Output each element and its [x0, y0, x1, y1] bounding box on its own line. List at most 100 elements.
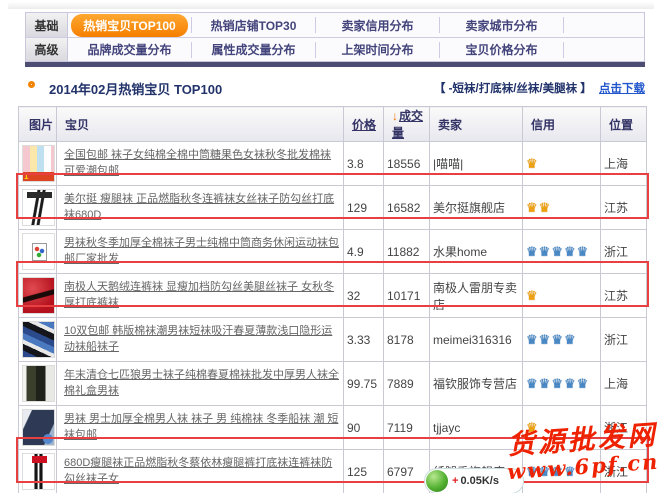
table-row: 男袜秋冬季加厚全棉袜子男士纯棉中筒商务休闲运动袜包邮厂家批发4.911882水果… [19, 230, 647, 274]
column-header-5: 信用 [523, 107, 601, 142]
product-link[interactable]: 美尔挺 瘦腿袜 正品燃脂秋冬连裤袜女丝袜子防勾丝打底袜680D [60, 192, 340, 224]
tab-3[interactable]: 卖家城市分布 [465, 17, 537, 34]
table-header-row: 图片宝贝价格↓成交量卖家信用位置 [19, 107, 647, 142]
product-image[interactable] [22, 453, 55, 490]
blue-crown-icon: ♛ [551, 376, 563, 391]
volume-cell: 16582 [384, 186, 430, 230]
product-link[interactable]: 男袜秋冬季加厚全棉袜子男士纯棉中筒商务休闲运动袜包邮厂家批发 [60, 236, 340, 268]
tab-slot: 宝贝价格分布 [440, 42, 564, 58]
credit-cell: ♛♛♛♛♛ [523, 362, 601, 406]
speed-value: 0.05K/s [460, 475, 499, 487]
table-row: 南极人天鹅绒连裤袜 显瘦加档防勾丝美腿丝袜子 女秋冬厚打底裤袜3210171南极… [19, 274, 647, 318]
location-cell: 浙江 [601, 406, 647, 450]
seller-cell: 水果home [430, 230, 523, 274]
volume-cell: 7119 [384, 406, 430, 450]
tab-group-advanced-label: 高级 [26, 38, 68, 61]
sort-link[interactable]: 价格 [352, 118, 376, 132]
product-link[interactable]: 680D瘦腿袜正品燃脂秋冬蔡依林瘦腿裤打底袜连裤袜防勾丝袜子女 [60, 456, 340, 488]
blue-crown-icon: ♛ [551, 244, 563, 259]
product-link[interactable]: 男袜 男士加厚全棉男人袜 袜子 男 纯棉袜 冬季船袜 潮 短袜包邮 [60, 412, 340, 444]
download-link[interactable]: 点击下载 [599, 83, 645, 95]
table-row: 年末清仓七匹狼男士袜子纯棉春夏棉袜批发中厚男人袜全棉礼盒男袜99.757889福… [19, 362, 647, 406]
column-header-0: 图片 [19, 107, 57, 142]
tab-adv-1[interactable]: 属性成交量分布 [211, 41, 295, 58]
volume-cell: 10171 [384, 274, 430, 318]
column-header-6: 位置 [601, 107, 647, 142]
credit-cell: ♛♛♛♛ [523, 318, 601, 362]
blue-crown-icon: ♛ [564, 464, 576, 479]
product-title-cell: 680D瘦腿袜正品燃脂秋冬蔡依林瘦腿裤打底袜连裤袜防勾丝袜子女 [57, 450, 344, 493]
volume-cell: 11882 [384, 230, 430, 274]
blue-crown-icon: ♛ [539, 464, 551, 479]
seller-cell: tjjayc [430, 406, 523, 450]
product-title-cell: 年末清仓七匹狼男士袜子纯棉春夏棉袜批发中厚男人袜全棉礼盒男袜 [57, 362, 344, 406]
product-title-cell: 男袜 男士加厚全棉男人袜 袜子 男 纯棉袜 冬季船袜 潮 短袜包邮 [57, 406, 344, 450]
location-cell: 浙江 [601, 450, 647, 493]
product-link[interactable]: 10双包邮 韩版棉袜潮男袜短袜吸汗春夏薄款浅口隐形运动袜船袜子 [60, 324, 340, 356]
seller-cell: |喵喵| [430, 142, 523, 186]
price-cell: 32 [344, 274, 384, 318]
tab-adv-2[interactable]: 上架时间分布 [341, 41, 413, 58]
blue-crown-icon: ♛ [564, 332, 576, 347]
tab-slot: 卖家城市分布 [440, 17, 564, 33]
credit-cell: ♛♛♛♛ [523, 450, 601, 493]
location-cell: 浙江 [601, 230, 647, 274]
product-image-cell [19, 362, 57, 406]
tab-adv-3[interactable]: 宝贝价格分布 [465, 41, 537, 58]
product-image[interactable] [22, 189, 55, 226]
product-image-cell [19, 230, 57, 274]
product-title-cell: 10双包邮 韩版棉袜潮男袜短袜吸汗春夏薄款浅口隐形运动袜船袜子 [57, 318, 344, 362]
credit-cell: ♛♛♛♛♛ [523, 230, 601, 274]
price-cell: 125 [344, 450, 384, 493]
product-image[interactable] [22, 321, 55, 358]
green-ball-icon [426, 470, 448, 492]
tab-adv-0[interactable]: 品牌成交量分布 [87, 41, 171, 58]
category-label: 【 -短袜/打底袜/丝袜/美腿袜 】 [434, 83, 592, 95]
credit-cell: ♛ [523, 406, 601, 450]
column-header-2: 价格 [344, 107, 384, 142]
product-image-cell [19, 450, 57, 493]
tab-2[interactable]: 卖家信用分布 [341, 17, 413, 34]
blue-crown-icon: ♛ [539, 332, 551, 347]
blue-crown-icon: ♛ [577, 376, 589, 391]
product-image[interactable]: 1 [22, 145, 55, 182]
product-image[interactable] [22, 277, 55, 314]
seller-cell: 南极人雷朋专卖店 [430, 274, 523, 318]
tab-slot: 卖家信用分布 [316, 17, 440, 33]
section-header: 2014年02月热销宝贝 TOP100 【 -短袜/打底袜/丝袜/美腿袜 】 点… [25, 78, 645, 100]
product-link[interactable]: 南极人天鹅绒连裤袜 显瘦加档防勾丝美腿丝袜子 女秋冬厚打底裤袜 [60, 280, 340, 312]
seller-cell: 福钦服饰专营店 [430, 362, 523, 406]
gold-crown-icon: ♛ [526, 420, 538, 435]
gold-crown-icon: ♛ [539, 200, 551, 215]
location-cell: 浙江 [601, 318, 647, 362]
price-cell: 90 [344, 406, 384, 450]
product-link[interactable]: 年末清仓七匹狼男士袜子纯棉春夏棉袜批发中厚男人袜全棉礼盒男袜 [60, 368, 340, 400]
product-image[interactable] [22, 409, 55, 446]
sort-arrow-icon: ↓ [392, 109, 398, 123]
blue-crown-icon: ♛ [564, 376, 576, 391]
volume-cell: 8178 [384, 318, 430, 362]
rank-badge: 1 [23, 172, 54, 181]
tab-0[interactable]: 热销宝贝TOP100 [71, 14, 187, 37]
tab-slot: 热销店铺TOP30 [192, 17, 316, 33]
blue-crown-icon: ♛ [526, 244, 538, 259]
product-image[interactable] [22, 365, 55, 402]
column-header-1: 宝贝 [57, 107, 344, 142]
blue-crown-icon: ♛ [526, 332, 538, 347]
product-image[interactable] [22, 233, 55, 270]
price-cell: 129 [344, 186, 384, 230]
tab-slot: 上架时间分布 [316, 42, 440, 58]
seller-cell: meimei316316 [430, 318, 523, 362]
product-image-cell [19, 318, 57, 362]
credit-cell: ♛♛ [523, 186, 601, 230]
tab-1[interactable]: 热销店铺TOP30 [211, 17, 297, 34]
product-image-cell [19, 274, 57, 318]
product-link[interactable]: 全国包邮 袜子女纯棉全棉中筒糖果色女袜秋冬批发棉袜可爱潮包邮 [60, 148, 340, 180]
volume-cell: 6797 [384, 450, 430, 493]
tab-slot: 属性成交量分布 [192, 42, 316, 58]
blue-crown-icon: ♛ [564, 244, 576, 259]
table-row: 1全国包邮 袜子女纯棉全棉中筒糖果色女袜秋冬批发棉袜可爱潮包邮3.818556|… [19, 142, 647, 186]
hot-items-table: 图片宝贝价格↓成交量卖家信用位置 1全国包邮 袜子女纯棉全棉中筒糖果色女袜秋冬批… [18, 106, 647, 493]
tab-bar: 基础 热销宝贝TOP100热销店铺TOP30卖家信用分布卖家城市分布 高级 品牌… [25, 12, 645, 62]
blue-crown-icon: ♛ [526, 464, 538, 479]
